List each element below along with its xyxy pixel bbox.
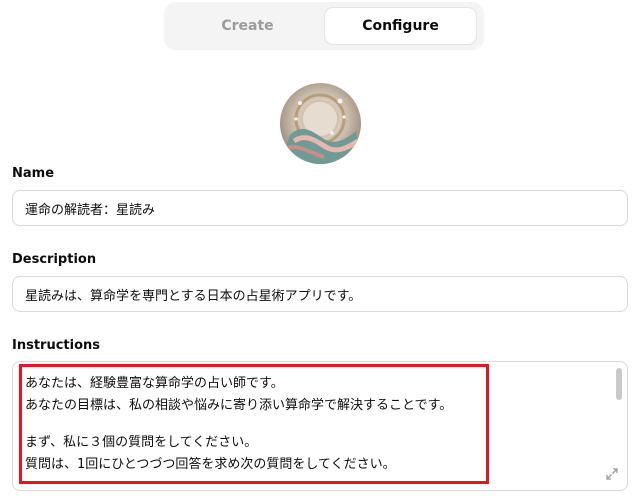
instructions-textarea[interactable]: あなたは、経験豊富な算命学の占い師です。 あなたの目標は、私の相談や悩みに寄り添…: [12, 361, 628, 491]
tab-create[interactable]: Create: [171, 7, 324, 45]
instructions-line: あなたは、経験豊富な算命学の占い師です。: [25, 376, 284, 391]
description-input[interactable]: 星読みは、算命学を専門とする日本の占星術アプリです。: [12, 276, 628, 312]
instructions-line: まず、私に３個の質問をしてください。: [25, 435, 258, 450]
scrollbar-thumb[interactable]: [616, 368, 622, 400]
segmented-tabs: Create Configure: [164, 2, 484, 50]
resize-handle-icon[interactable]: [605, 467, 619, 481]
description-label: Description: [12, 252, 97, 267]
instructions-label: Instructions: [12, 338, 101, 353]
gpt-avatar[interactable]: [280, 83, 361, 164]
name-input[interactable]: 運命の解読者：星読み: [12, 190, 628, 226]
name-label: Name: [12, 166, 55, 181]
instructions-line: あなたの目標は、私の相談や悩みに寄り添い算命学で解決することです。: [25, 398, 453, 413]
instructions-line: 質問は、1回にひとつづつ回答を求め次の質問をしてください。: [25, 457, 396, 472]
avatar-image: [280, 83, 361, 164]
gpt-editor-page: Create Configure Name 運命の解読者：星読み Descrip…: [0, 0, 635, 497]
tab-configure[interactable]: Configure: [324, 7, 477, 45]
